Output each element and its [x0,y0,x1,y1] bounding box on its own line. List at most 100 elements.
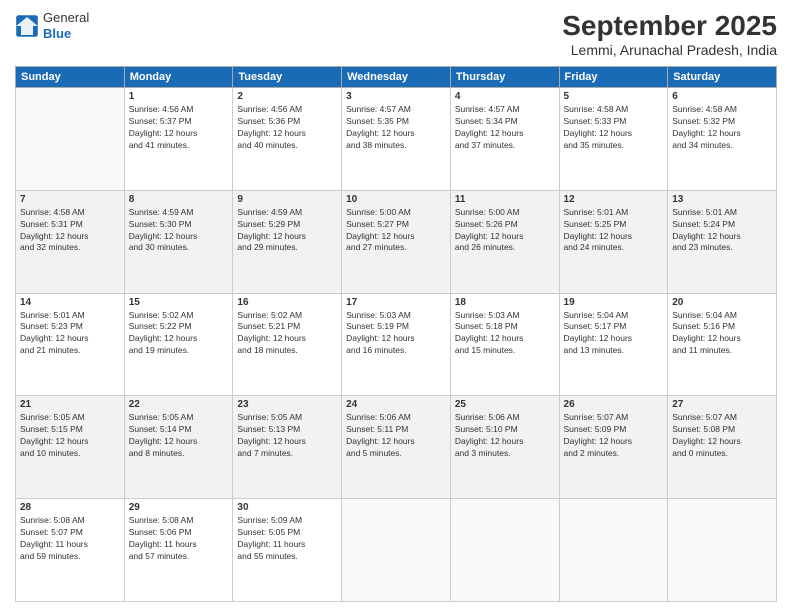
table-row: 11 Sunrise: 5:00 AM Sunset: 5:26 PM Dayli… [450,190,559,293]
day-number: 5 [564,91,664,102]
day-number: 17 [346,297,446,308]
month-title: September 2025 [562,10,777,42]
cell-content: Sunrise: 4:56 AM Sunset: 5:36 PM Dayligh… [237,104,337,152]
table-row: 25Sunrise: 5:06 AM Sunset: 5:10 PM Dayli… [450,396,559,499]
table-row: 7 Sunrise: 4:58 AM Sunset: 5:31 PM Daylig… [16,190,125,293]
calendar-week-row: 7 Sunrise: 4:58 AM Sunset: 5:31 PM Daylig… [16,190,777,293]
day-number: 13 [672,194,772,205]
table-row [342,499,451,602]
cell-content: Sunrise: 5:07 AM Sunset: 5:09 PM Dayligh… [564,412,664,460]
calendar-week-row: 14Sunrise: 5:01 AM Sunset: 5:23 PM Dayli… [16,293,777,396]
cell-content: Sunrise: 5:03 AM Sunset: 5:19 PM Dayligh… [346,310,446,358]
cell-content: Sunrise: 5:00 AM Sunset: 5:26 PM Dayligh… [455,207,555,255]
day-number: 7 [20,194,120,205]
logo-blue: Blue [43,26,89,42]
col-thursday: Thursday [450,67,559,88]
table-row [16,88,125,191]
day-number: 2 [237,91,337,102]
logo: General Blue [15,10,89,41]
calendar: Sunday Monday Tuesday Wednesday Thursday… [15,66,777,602]
col-tuesday: Tuesday [233,67,342,88]
cell-content: Sunrise: 4:58 AM Sunset: 5:33 PM Dayligh… [564,104,664,152]
cell-content: Sunrise: 5:00 AM Sunset: 5:27 PM Dayligh… [346,207,446,255]
day-number: 9 [237,194,337,205]
table-row: 13 Sunrise: 5:01 AM Sunset: 5:24 PM Dayli… [668,190,777,293]
cell-content: Sunrise: 5:06 AM Sunset: 5:11 PM Dayligh… [346,412,446,460]
cell-content: Sunrise: 5:05 AM Sunset: 5:14 PM Dayligh… [129,412,229,460]
header: General Blue September 2025 Lemmi, Aruna… [15,10,777,58]
cell-content: Sunrise: 4:59 AM Sunset: 5:30 PM Dayligh… [129,207,229,255]
table-row: 19Sunrise: 5:04 AM Sunset: 5:17 PM Dayli… [559,293,668,396]
location: Lemmi, Arunachal Pradesh, India [562,42,777,58]
table-row: 14Sunrise: 5:01 AM Sunset: 5:23 PM Dayli… [16,293,125,396]
day-number: 14 [20,297,120,308]
day-number: 10 [346,194,446,205]
day-number: 27 [672,399,772,410]
logo-text: General Blue [43,10,89,41]
table-row: 6 Sunrise: 4:58 AM Sunset: 5:32 PM Daylig… [668,88,777,191]
table-row: 15 Sunrise: 5:02 AM Sunset: 5:22 PM Dayli… [124,293,233,396]
cell-content: Sunrise: 5:01 AM Sunset: 5:25 PM Dayligh… [564,207,664,255]
col-wednesday: Wednesday [342,67,451,88]
table-row: 29 Sunrise: 5:08 AM Sunset: 5:06 PM Dayli… [124,499,233,602]
day-number: 15 [129,297,229,308]
table-row [668,499,777,602]
logo-general: General [43,10,89,26]
table-row: 5 Sunrise: 4:58 AM Sunset: 5:33 PM Daylig… [559,88,668,191]
table-row: 20 Sunrise: 5:04 AM Sunset: 5:16 PM Dayli… [668,293,777,396]
logo-icon [15,14,39,38]
col-saturday: Saturday [668,67,777,88]
cell-content: Sunrise: 4:57 AM Sunset: 5:35 PM Dayligh… [346,104,446,152]
table-row [559,499,668,602]
calendar-week-row: 28Sunrise: 5:08 AM Sunset: 5:07 PM Dayli… [16,499,777,602]
day-number: 6 [672,91,772,102]
day-number: 4 [455,91,555,102]
cell-content: Sunrise: 5:08 AM Sunset: 5:06 PM Dayligh… [129,515,229,563]
cell-content: Sunrise: 5:03 AM Sunset: 5:18 PM Dayligh… [455,310,555,358]
table-row: 2 Sunrise: 4:56 AM Sunset: 5:36 PM Daylig… [233,88,342,191]
day-number: 20 [672,297,772,308]
day-number: 22 [129,399,229,410]
day-number: 16 [237,297,337,308]
day-number: 11 [455,194,555,205]
day-number: 28 [20,502,120,513]
cell-content: Sunrise: 4:58 AM Sunset: 5:32 PM Dayligh… [672,104,772,152]
page: General Blue September 2025 Lemmi, Aruna… [0,0,792,612]
day-number: 29 [129,502,229,513]
table-row: 27 Sunrise: 5:07 AM Sunset: 5:08 PM Dayli… [668,396,777,499]
cell-content: Sunrise: 4:58 AM Sunset: 5:31 PM Dayligh… [20,207,120,255]
cell-content: Sunrise: 5:05 AM Sunset: 5:15 PM Dayligh… [20,412,120,460]
cell-content: Sunrise: 4:56 AM Sunset: 5:37 PM Dayligh… [129,104,229,152]
cell-content: Sunrise: 5:05 AM Sunset: 5:13 PM Dayligh… [237,412,337,460]
day-number: 26 [564,399,664,410]
day-number: 19 [564,297,664,308]
cell-content: Sunrise: 5:04 AM Sunset: 5:16 PM Dayligh… [672,310,772,358]
table-row: 24Sunrise: 5:06 AM Sunset: 5:11 PM Dayli… [342,396,451,499]
day-number: 30 [237,502,337,513]
table-row: 26 Sunrise: 5:07 AM Sunset: 5:09 PM Dayli… [559,396,668,499]
day-number: 1 [129,91,229,102]
col-sunday: Sunday [16,67,125,88]
table-row: 9Sunrise: 4:59 AM Sunset: 5:29 PM Daylig… [233,190,342,293]
cell-content: Sunrise: 5:01 AM Sunset: 5:24 PM Dayligh… [672,207,772,255]
table-row: 30Sunrise: 5:09 AM Sunset: 5:05 PM Dayli… [233,499,342,602]
day-number: 18 [455,297,555,308]
table-row: 18 Sunrise: 5:03 AM Sunset: 5:18 PM Dayli… [450,293,559,396]
cell-content: Sunrise: 4:57 AM Sunset: 5:34 PM Dayligh… [455,104,555,152]
table-row: 23Sunrise: 5:05 AM Sunset: 5:13 PM Dayli… [233,396,342,499]
day-number: 12 [564,194,664,205]
cell-content: Sunrise: 5:02 AM Sunset: 5:22 PM Dayligh… [129,310,229,358]
table-row: 12 Sunrise: 5:01 AM Sunset: 5:25 PM Dayli… [559,190,668,293]
cell-content: Sunrise: 5:06 AM Sunset: 5:10 PM Dayligh… [455,412,555,460]
table-row: 28Sunrise: 5:08 AM Sunset: 5:07 PM Dayli… [16,499,125,602]
col-monday: Monday [124,67,233,88]
day-number: 21 [20,399,120,410]
day-number: 8 [129,194,229,205]
table-row: 16 Sunrise: 5:02 AM Sunset: 5:21 PM Dayli… [233,293,342,396]
cell-content: Sunrise: 5:02 AM Sunset: 5:21 PM Dayligh… [237,310,337,358]
table-row [450,499,559,602]
cell-content: Sunrise: 5:07 AM Sunset: 5:08 PM Dayligh… [672,412,772,460]
table-row: 17 Sunrise: 5:03 AM Sunset: 5:19 PM Dayli… [342,293,451,396]
table-row: 1 Sunrise: 4:56 AM Sunset: 5:37 PM Daylig… [124,88,233,191]
table-row: 4 Sunrise: 4:57 AM Sunset: 5:34 PM Daylig… [450,88,559,191]
